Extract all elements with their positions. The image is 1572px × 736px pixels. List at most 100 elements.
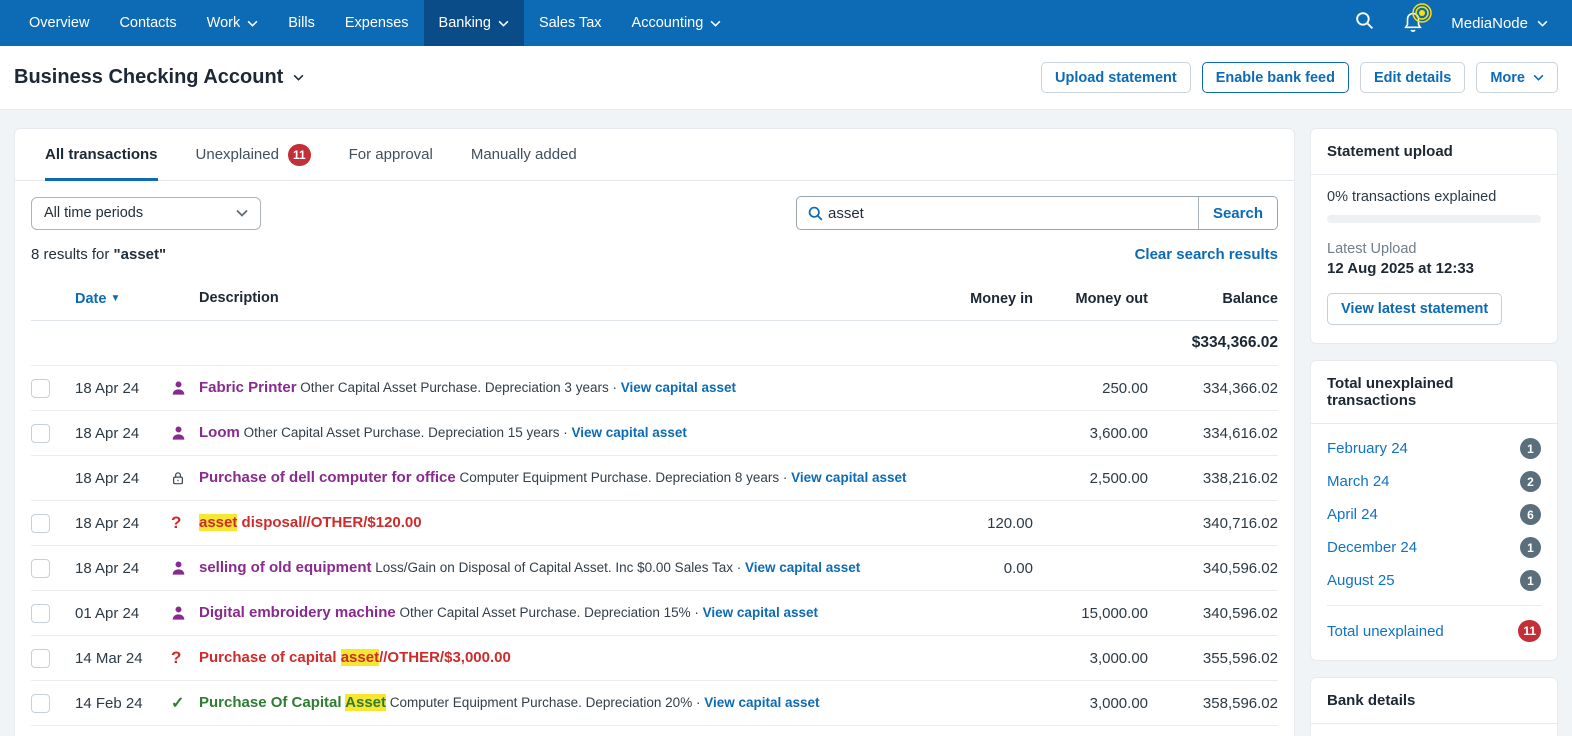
chevron-down-icon <box>293 74 304 81</box>
row-title[interactable]: Fabric Printer <box>199 379 297 396</box>
latest-upload-date: 12 Aug 2025 at 12:33 <box>1327 260 1475 277</box>
row-title[interactable]: Purchase Of Capital Asset <box>199 693 387 711</box>
search-button[interactable]: Search <box>1197 197 1277 229</box>
row-checkbox[interactable] <box>31 378 50 398</box>
month-link[interactable]: March 24 <box>1327 473 1390 490</box>
row-status-icon: ? <box>171 513 199 533</box>
header-button-label: Edit details <box>1373 69 1452 86</box>
global-search-button[interactable] <box>1354 10 1375 36</box>
row-description: Other Capital Asset Purchase. Depreciati… <box>399 604 703 620</box>
tab-label: Manually added <box>470 146 577 163</box>
tab-for-approval[interactable]: For approval <box>349 129 433 180</box>
tab-all-transactions[interactable]: All transactions <box>45 129 158 181</box>
enable-bank-feed-button[interactable]: Enable bank feed <box>1201 62 1349 93</box>
approved-icon: ✓ <box>171 695 185 712</box>
total-unexplained-link[interactable]: Total unexplained <box>1327 623 1444 640</box>
tab-manually-added[interactable]: Manually added <box>471 129 577 180</box>
month-count-badge: 1 <box>1520 537 1541 558</box>
person-icon <box>172 426 185 440</box>
row-money-in: 0.00 <box>1003 559 1033 577</box>
unexplained-icon: ? <box>171 648 182 667</box>
row-title[interactable]: Digital embroidery machine <box>199 604 396 621</box>
col-money-in: Money in <box>970 290 1033 307</box>
nav-item-label: Banking <box>438 15 491 31</box>
notification-badge-icon <box>1411 2 1433 29</box>
month-row: February 24 1 <box>1327 438 1541 459</box>
chevron-down-icon <box>247 20 258 27</box>
month-link[interactable]: February 24 <box>1327 440 1408 457</box>
view-latest-statement-button[interactable]: View latest statement <box>1327 293 1503 325</box>
page-header: Business Checking Account Upload stateme… <box>0 46 1572 110</box>
view-capital-asset-link[interactable]: View capital asset <box>791 470 906 485</box>
row-checkbox[interactable] <box>31 693 50 713</box>
row-checkbox[interactable] <box>31 603 50 623</box>
row-status-icon: ? <box>171 648 199 668</box>
nav-item-sales-tax[interactable]: Sales Tax <box>524 0 617 46</box>
row-title[interactable]: selling of old equipment <box>199 559 372 576</box>
row-date: 18 Apr 24 <box>75 424 140 442</box>
nav-item-accounting[interactable]: Accounting <box>617 0 737 46</box>
table-row: 18 Apr 24 Loom Other Capital Asset Purch… <box>31 411 1278 456</box>
unexplained-icon: ? <box>171 513 182 532</box>
row-checkbox[interactable] <box>31 558 50 578</box>
clear-search-link[interactable]: Clear search results <box>1135 246 1278 263</box>
explained-percentage: 0% transactions explained <box>1327 189 1497 205</box>
row-money-out: 2,500.00 <box>1089 469 1148 487</box>
tab-label: Unexplained <box>195 146 279 163</box>
row-balance: 340,716.02 <box>1202 514 1278 532</box>
month-link[interactable]: April 24 <box>1327 506 1378 523</box>
row-title[interactable]: Purchase of capital asset//OTHER/$3,000.… <box>199 648 511 666</box>
row-money-out: 3,000.00 <box>1089 694 1148 712</box>
transaction-rows: 18 Apr 24 Fabric Printer Other Capital A… <box>31 366 1278 726</box>
nav-item-label: Overview <box>29 15 90 31</box>
row-balance: 340,596.02 <box>1202 559 1278 577</box>
account-title-dropdown[interactable]: Business Checking Account <box>14 66 304 89</box>
view-capital-asset-link[interactable]: View capital asset <box>704 695 819 710</box>
unexplained-months: February 24 1 March 24 2 April 24 6 Dece… <box>1327 438 1541 591</box>
nav-item-banking[interactable]: Banking <box>423 0 524 46</box>
row-title[interactable]: Loom <box>199 424 240 441</box>
row-status-icon <box>171 380 199 396</box>
tab-unexplained[interactable]: Unexplained 11 <box>196 129 311 180</box>
row-date: 18 Apr 24 <box>75 379 140 397</box>
more-button[interactable]: More <box>1476 62 1558 93</box>
row-balance: 355,596.02 <box>1202 649 1278 667</box>
edit-details-button[interactable]: Edit details <box>1359 62 1466 93</box>
lock-icon <box>173 472 183 485</box>
month-row: August 25 1 <box>1327 570 1541 591</box>
nav-item-expenses[interactable]: Expenses <box>330 0 424 46</box>
view-capital-asset-link[interactable]: View capital asset <box>703 605 818 620</box>
search-input[interactable] <box>824 197 1198 229</box>
view-capital-asset-link[interactable]: View capital asset <box>621 380 736 395</box>
row-title[interactable]: asset disposal//OTHER/$120.00 <box>199 513 422 531</box>
view-capital-asset-link[interactable]: View capital asset <box>745 560 860 575</box>
row-checkbox[interactable] <box>31 648 50 668</box>
total-unexplained-badge: 11 <box>1518 620 1541 642</box>
row-checkbox[interactable] <box>31 423 50 443</box>
col-description: Description <box>199 289 279 306</box>
row-date: 18 Apr 24 <box>75 469 140 487</box>
notifications-button[interactable] <box>1401 2 1433 38</box>
nav-item-label: Contacts <box>119 15 177 31</box>
nav-item-bills[interactable]: Bills <box>273 0 330 46</box>
account-menu[interactable]: MediaNode <box>1451 15 1548 32</box>
time-period-select[interactable]: All time periods <box>31 196 261 230</box>
transaction-search: Search <box>796 196 1278 230</box>
nav-item-contacts[interactable]: Contacts <box>104 0 191 46</box>
row-title[interactable]: Purchase of dell computer for office <box>199 469 456 486</box>
view-capital-asset-link[interactable]: View capital asset <box>572 425 687 440</box>
nav-item-overview[interactable]: Overview <box>14 0 104 46</box>
sort-by-date[interactable]: Date ▼ <box>75 291 171 307</box>
nav-item-work[interactable]: Work <box>192 0 274 46</box>
search-icon <box>797 197 824 229</box>
row-status-icon <box>171 560 199 576</box>
tab-label: For approval <box>348 146 433 163</box>
row-checkbox[interactable] <box>31 513 50 533</box>
row-date: 14 Mar 24 <box>75 649 143 667</box>
upload-statement-button[interactable]: Upload statement <box>1041 62 1191 93</box>
month-link[interactable]: August 25 <box>1327 572 1395 589</box>
row-status-icon <box>171 470 199 486</box>
month-link[interactable]: December 24 <box>1327 539 1417 556</box>
row-money-in: 120.00 <box>987 514 1033 532</box>
time-period-value: All time periods <box>44 205 144 221</box>
